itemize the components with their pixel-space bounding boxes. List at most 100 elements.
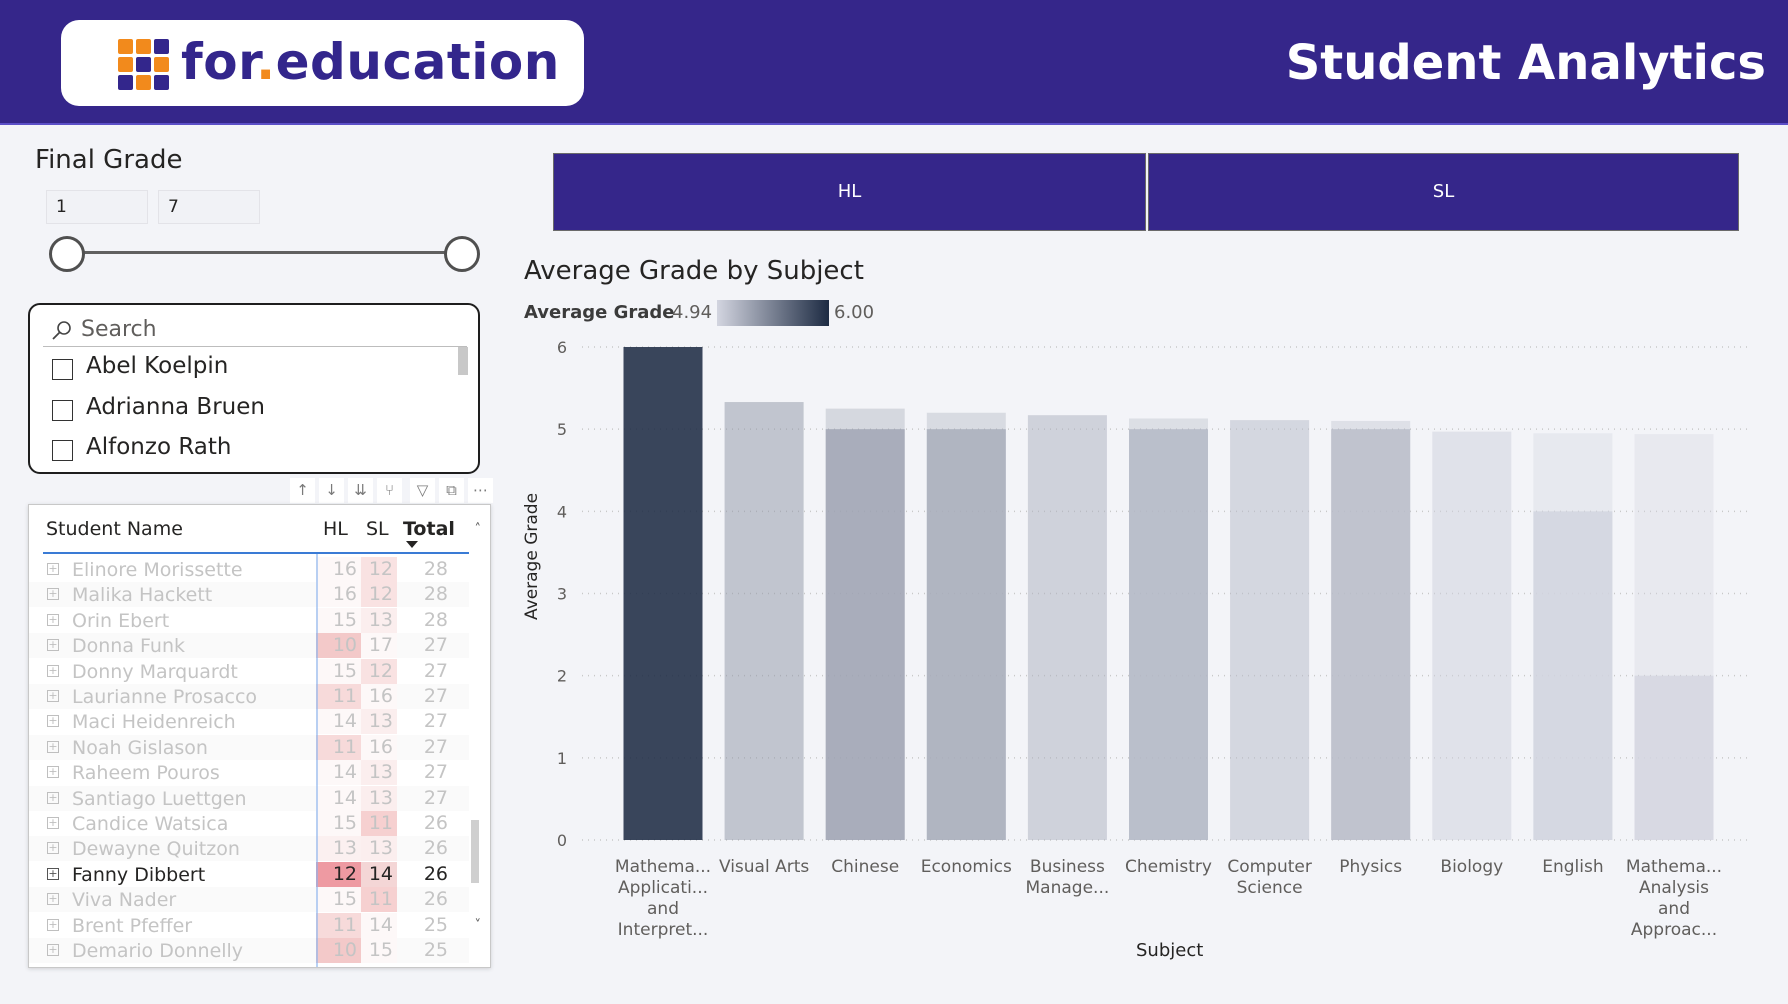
logo-square — [136, 75, 151, 90]
x-tick-label: Visual Arts — [719, 857, 809, 877]
slicer-scrollbar[interactable] — [458, 347, 468, 375]
table-row[interactable]: + Brent Pfeffer 11 14 25 — [29, 912, 469, 938]
drill-up-icon[interactable]: ↑ — [290, 478, 315, 503]
slicer-item[interactable]: Alfonzo Rath — [52, 432, 452, 468]
student-name-cell: Laurianne Prosacco — [72, 686, 258, 708]
table-row[interactable]: + Noah Gislason 11 16 27 — [29, 734, 469, 760]
checkbox[interactable] — [52, 440, 73, 461]
table-row[interactable]: + Malika Hackett 16 12 28 — [29, 582, 469, 608]
hl-cell: 13 — [316, 836, 361, 862]
table-row[interactable]: + Raheem Pouros 14 13 27 — [29, 760, 469, 786]
scroll-down-icon[interactable]: ˅ — [475, 918, 482, 933]
table-row[interactable]: + Orin Ebert 15 13 28 — [29, 607, 469, 633]
table-row[interactable]: + Candice Watsica 15 11 26 — [29, 811, 469, 836]
expand-row-icon[interactable]: + — [47, 867, 59, 880]
expand-row-icon[interactable]: + — [47, 664, 59, 677]
x-tick-label: Science — [1237, 878, 1303, 898]
total-cell: 28 — [423, 608, 448, 631]
logo-square — [118, 39, 133, 54]
x-tick-label: Analysis — [1639, 878, 1709, 898]
expand-row-icon[interactable]: + — [47, 817, 59, 829]
table-row[interactable]: + Donny Marquardt 15 12 27 — [29, 658, 469, 684]
slicer-search[interactable]: Search — [43, 314, 467, 347]
sl-cell: 12 — [361, 557, 397, 582]
x-tick-label: Economics — [921, 857, 1012, 877]
total-cell: 27 — [423, 685, 448, 707]
column-header-total[interactable]: Total — [403, 518, 455, 540]
drill-down-icon[interactable]: ↓ — [319, 478, 344, 503]
final-grade-title: Final Grade — [35, 145, 183, 175]
y-tick-label: 6 — [557, 338, 567, 357]
more-options-icon[interactable]: ⋯ — [468, 478, 493, 503]
column-header-hl[interactable]: HL — [323, 518, 348, 540]
total-cell: 27 — [423, 761, 448, 784]
final-grade-min-handle[interactable] — [49, 236, 85, 272]
expand-row-icon[interactable]: + — [47, 740, 59, 753]
expand-row-icon[interactable]: + — [47, 690, 59, 702]
hl-cell: 14 — [316, 709, 361, 735]
focus-mode-icon[interactable]: ⧉ — [439, 478, 464, 503]
expand-row-icon[interactable]: + — [47, 588, 59, 601]
search-icon — [52, 321, 71, 340]
expand-row-icon[interactable]: + — [47, 842, 59, 855]
logo-square — [136, 39, 151, 54]
scroll-up-icon[interactable]: ˄ — [475, 522, 482, 537]
expand-next-level-icon[interactable]: ⇊ — [348, 478, 373, 503]
expand-row-icon[interactable]: + — [47, 715, 59, 728]
student-name-cell: Santiago Luettgen — [72, 787, 247, 810]
column-header-student-name[interactable]: Student Name — [46, 518, 183, 540]
header-bar: for.education Student Analytics — [0, 0, 1788, 125]
hl-cell: 15 — [316, 658, 361, 684]
slicer-item[interactable]: Abel Koelpin — [52, 351, 452, 387]
search-placeholder: Search — [81, 317, 157, 342]
checkbox[interactable] — [52, 359, 73, 380]
table-row[interactable]: + Santiago Luettgen 14 13 27 — [29, 785, 469, 811]
expand-row-icon[interactable]: + — [47, 918, 59, 931]
table-row[interactable]: + Dewayne Quitzon 13 13 26 — [29, 836, 469, 862]
expand-row-icon[interactable]: + — [47, 791, 59, 804]
final-grade-slider-track[interactable] — [66, 251, 462, 254]
final-grade-min-input[interactable]: 1 — [46, 190, 148, 224]
slicer-item[interactable]: Adrianna Bruen — [52, 392, 452, 428]
table-row[interactable]: + Donna Funk 10 17 27 — [29, 633, 469, 659]
sl-cell: 13 — [361, 607, 397, 633]
table-row[interactable]: + Fanny Dibbert 12 14 26 — [29, 861, 469, 887]
x-tick-label: Approac... — [1631, 920, 1717, 940]
expand-row-icon[interactable]: + — [47, 639, 59, 652]
table-row[interactable]: + Elinore Morissette 16 12 28 — [29, 557, 469, 582]
logo-square — [118, 57, 133, 72]
tab-hl[interactable]: HL — [553, 153, 1146, 231]
tab-sl[interactable]: SL — [1148, 153, 1739, 231]
expand-row-icon[interactable]: + — [47, 766, 59, 779]
expand-row-icon[interactable]: + — [47, 893, 59, 906]
bar-highlight — [825, 429, 905, 840]
x-tick-label: Manage... — [1026, 878, 1110, 898]
expand-row-icon[interactable]: + — [47, 613, 59, 626]
expand-hierarchy-icon[interactable]: ⑂ — [377, 478, 402, 503]
app-title: Student Analytics — [1285, 35, 1766, 91]
column-header-sl[interactable]: SL — [366, 518, 389, 540]
table-row[interactable]: + Viva Nader 15 11 26 — [29, 887, 469, 913]
hl-cell: 16 — [316, 557, 361, 582]
expand-row-icon[interactable]: + — [47, 563, 59, 575]
table-row[interactable]: + Demario Donnelly 10 15 25 — [29, 938, 469, 963]
final-grade-max-input[interactable]: 7 — [158, 190, 260, 224]
hl-cell: 16 — [316, 582, 361, 608]
y-tick-label: 2 — [557, 667, 567, 686]
logo-text: for.education — [181, 33, 560, 91]
matrix-scrollbar[interactable] — [471, 820, 479, 883]
slicer-item-label: Adrianna Bruen — [86, 394, 265, 420]
table-row[interactable]: + Laurianne Prosacco 11 16 27 — [29, 684, 469, 709]
final-grade-max-handle[interactable] — [444, 236, 480, 272]
hl-cell: 14 — [316, 785, 361, 811]
checkbox[interactable] — [52, 400, 73, 421]
filter-icon[interactable]: ▽ — [410, 478, 435, 503]
bar-highlight — [1129, 429, 1208, 840]
x-tick-label: Biology — [1440, 857, 1503, 877]
chart-title: Average Grade by Subject — [524, 256, 864, 286]
bar — [1230, 420, 1310, 840]
y-tick-label: 3 — [557, 585, 567, 604]
x-axis-title: Subject — [1136, 940, 1204, 961]
expand-row-icon[interactable]: + — [47, 944, 59, 956]
table-row[interactable]: + Maci Heidenreich 14 13 27 — [29, 709, 469, 735]
